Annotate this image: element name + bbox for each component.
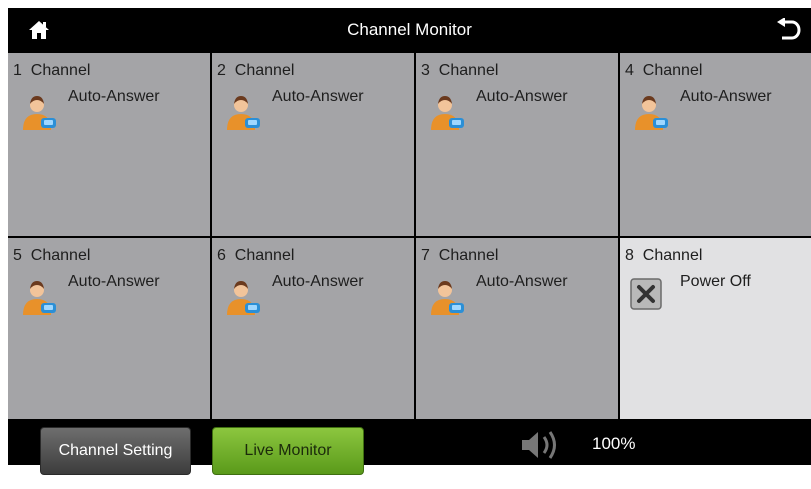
channel-cell-2[interactable]: 2 Channel Auto-Answer <box>212 53 414 236</box>
agent-icon <box>431 281 464 315</box>
channel-label: 5 Channel <box>13 247 91 264</box>
agent-icon <box>23 96 56 130</box>
channel-status: Auto-Answer <box>476 88 568 105</box>
channel-monitor-screen: Channel Monitor 1 Channel Auto-Answer 2 C… <box>8 8 811 475</box>
channel-label: 4 Channel <box>625 62 703 79</box>
channel-cell-3[interactable]: 3 Channel Auto-Answer <box>416 53 618 236</box>
channel-grid: 1 Channel Auto-Answer 2 Channel Auto-Answ… <box>8 53 811 421</box>
channel-label: 2 Channel <box>217 62 295 79</box>
agent-icon <box>227 281 260 315</box>
channel-status: Power Off <box>680 273 751 290</box>
channel-cell-5[interactable]: 5 Channel Auto-Answer <box>8 238 210 421</box>
speaker-icon[interactable] <box>520 429 560 461</box>
channel-cell-6[interactable]: 6 Channel Auto-Answer <box>212 238 414 421</box>
channel-label: 1 Channel <box>13 62 91 79</box>
channel-cell-8[interactable]: 8 Channel Power Off <box>620 238 811 421</box>
channel-label: 7 Channel <box>421 247 499 264</box>
channel-cell-1[interactable]: 1 Channel Auto-Answer <box>8 53 210 236</box>
agent-icon <box>635 96 668 130</box>
channel-cell-7[interactable]: 7 Channel Auto-Answer <box>416 238 618 421</box>
channel-status: Auto-Answer <box>476 273 568 290</box>
channel-label: 3 Channel <box>421 62 499 79</box>
channel-cell-4[interactable]: 4 Channel Auto-Answer <box>620 53 811 236</box>
channel-setting-button[interactable]: Channel Setting <box>40 427 191 475</box>
channel-label: 8 Channel <box>625 247 703 264</box>
page-title: Channel Monitor <box>347 20 472 39</box>
channel-label: 6 Channel <box>217 247 295 264</box>
power-off-icon <box>630 278 662 310</box>
agent-icon <box>23 281 56 315</box>
agent-icon <box>227 96 260 130</box>
channel-status: Auto-Answer <box>68 273 160 290</box>
channel-status: Auto-Answer <box>272 88 364 105</box>
live-monitor-button[interactable]: Live Monitor <box>212 427 364 475</box>
header-bar: Channel Monitor <box>8 8 811 52</box>
channel-status: Auto-Answer <box>680 88 772 105</box>
agent-icon <box>431 96 464 130</box>
channel-status: Auto-Answer <box>68 88 160 105</box>
volume-level: 100% <box>592 434 636 453</box>
channel-status: Auto-Answer <box>272 273 364 290</box>
back-icon[interactable] <box>775 18 801 42</box>
footer-bar: Channel Setting Live Monitor 100% <box>8 419 811 475</box>
